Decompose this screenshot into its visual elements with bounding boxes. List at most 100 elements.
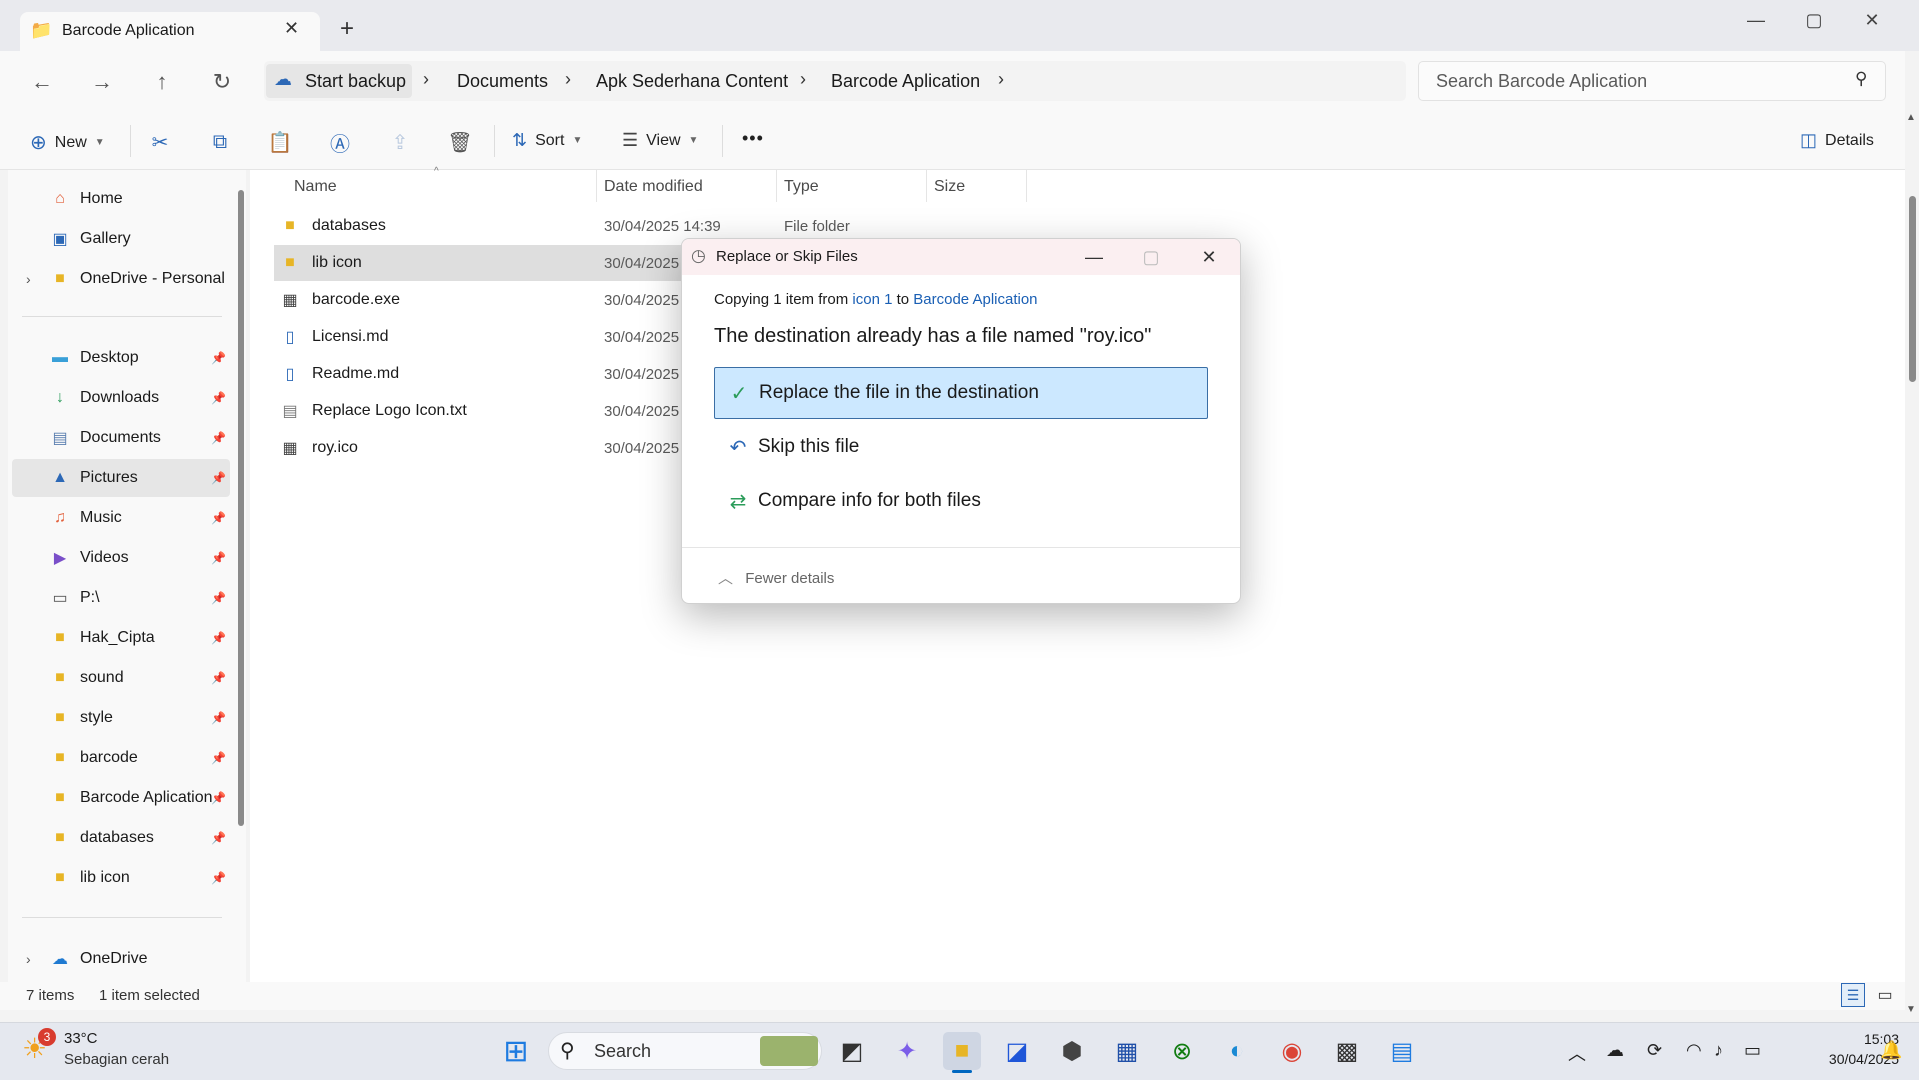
forward-icon[interactable]: → bbox=[84, 64, 120, 100]
copilot-icon[interactable]: ✦ bbox=[888, 1032, 926, 1070]
pin-icon[interactable]: 📌 bbox=[211, 671, 226, 685]
nav-item-barcode-aplication[interactable]: ■ Barcode Aplication 📌 bbox=[12, 779, 230, 817]
store-icon[interactable]: ▦ bbox=[1108, 1032, 1146, 1070]
breadcrumb-barcode-aplication[interactable]: Barcode Aplication bbox=[831, 71, 980, 92]
back-icon[interactable]: ← bbox=[24, 64, 60, 100]
pin-icon[interactable]: 📌 bbox=[211, 471, 226, 485]
nav-item-videos[interactable]: ▶ Videos 📌 bbox=[12, 539, 230, 577]
chevron-right-icon[interactable]: › bbox=[800, 69, 806, 90]
pin-icon[interactable]: 📌 bbox=[211, 551, 226, 565]
chevron-right-icon[interactable]: › bbox=[423, 69, 429, 90]
task-view-icon[interactable]: ◩ bbox=[833, 1032, 871, 1070]
chevron-right-icon[interactable]: › bbox=[998, 69, 1004, 90]
chrome-icon[interactable]: ◉ bbox=[1273, 1032, 1311, 1070]
new-tab-button[interactable]: + bbox=[340, 15, 354, 43]
battery-icon[interactable]: ▭ bbox=[1744, 1040, 1761, 1061]
column-type[interactable]: Type bbox=[784, 178, 819, 196]
refresh-icon[interactable]: ↻ bbox=[204, 64, 240, 100]
sync-icon[interactable]: ⟳ bbox=[1647, 1040, 1662, 1061]
breadcrumb-documents[interactable]: Documents bbox=[457, 71, 548, 92]
pin-icon[interactable]: 📌 bbox=[211, 751, 226, 765]
edge-icon[interactable]: ◐ bbox=[1218, 1032, 1256, 1070]
compare-option[interactable]: ⇄ Compare info for both files bbox=[714, 475, 1208, 527]
sort-button[interactable]: ⇅ Sort ▼ bbox=[512, 130, 582, 151]
nav-item-gallery[interactable]: ▣ Gallery bbox=[12, 220, 230, 258]
column-divider[interactable] bbox=[776, 170, 777, 202]
cut-icon[interactable]: ✂ bbox=[146, 128, 174, 156]
pin-icon[interactable]: 📌 bbox=[211, 391, 226, 405]
new-button[interactable]: ⊕ New ▼ bbox=[30, 130, 105, 155]
wifi-icon[interactable]: ◠ bbox=[1686, 1040, 1702, 1061]
source-link[interactable]: icon 1 bbox=[852, 291, 892, 308]
chevron-up-icon[interactable]: ︿ bbox=[1568, 1040, 1586, 1066]
pin-icon[interactable]: 📌 bbox=[211, 511, 226, 525]
column-divider[interactable] bbox=[926, 170, 927, 202]
nav-item-databases[interactable]: ■ databases 📌 bbox=[12, 819, 230, 857]
close-tab-icon[interactable]: ✕ bbox=[284, 18, 299, 39]
pin-icon[interactable]: 📌 bbox=[211, 351, 226, 365]
share-icon[interactable]: ⇪ bbox=[386, 128, 414, 156]
scrollbar-thumb[interactable] bbox=[1909, 196, 1916, 382]
up-icon[interactable]: ↑ bbox=[144, 64, 180, 100]
column-date-modified[interactable]: Date modified bbox=[604, 178, 703, 196]
nav-scrollbar[interactable] bbox=[238, 190, 244, 826]
nav-item-documents[interactable]: ▤ Documents 📌 bbox=[12, 419, 230, 457]
app-icon[interactable]: ⬢ bbox=[1053, 1032, 1091, 1070]
onedrive-offline-icon[interactable]: ☁ bbox=[1606, 1040, 1624, 1061]
app-icon[interactable]: ◪ bbox=[998, 1032, 1036, 1070]
paste-icon[interactable]: 📋 bbox=[266, 128, 294, 156]
windows-start-icon[interactable]: ⊞ bbox=[497, 1032, 535, 1070]
more-options-button[interactable]: ••• bbox=[742, 128, 764, 149]
chevron-right-icon[interactable]: › bbox=[26, 271, 31, 287]
replace-option[interactable]: ✓ Replace the file in the destination bbox=[714, 367, 1208, 419]
weather-temperature[interactable]: 33°C bbox=[64, 1030, 98, 1047]
fewer-details-toggle[interactable]: ︿ Fewer details bbox=[718, 567, 834, 588]
minimize-icon[interactable]: — bbox=[1727, 0, 1785, 40]
pin-icon[interactable]: 📌 bbox=[211, 791, 226, 805]
pin-icon[interactable]: 📌 bbox=[211, 631, 226, 645]
column-divider[interactable] bbox=[1026, 170, 1027, 202]
xbox-icon[interactable]: ⊗ bbox=[1163, 1032, 1201, 1070]
close-window-icon[interactable]: ✕ bbox=[1843, 0, 1901, 40]
search-icon[interactable]: ⚲ bbox=[1855, 69, 1867, 89]
close-icon[interactable]: ✕ bbox=[1194, 243, 1224, 271]
minimize-icon[interactable]: — bbox=[1079, 243, 1109, 271]
weather-description[interactable]: Sebagian cerah bbox=[64, 1051, 169, 1068]
nav-item-lib-icon[interactable]: ■ lib icon 📌 bbox=[12, 859, 230, 897]
nav-item-onedrive[interactable]: › ☁ OneDrive bbox=[12, 940, 230, 978]
details-view-icon[interactable]: ☰ bbox=[1841, 983, 1865, 1007]
nav-item-sound[interactable]: ■ sound 📌 bbox=[12, 659, 230, 697]
column-size[interactable]: Size bbox=[934, 178, 965, 196]
column-divider[interactable] bbox=[596, 170, 597, 202]
delete-icon[interactable]: 🗑 bbox=[446, 128, 474, 156]
tiles-view-icon[interactable]: ▭ bbox=[1873, 983, 1897, 1007]
notification-bell-icon[interactable]: 🔔 bbox=[1880, 1040, 1902, 1061]
pin-icon[interactable]: 📌 bbox=[211, 431, 226, 445]
nav-item-desktop[interactable]: ▬ Desktop 📌 bbox=[12, 339, 230, 377]
nav-item-hak-cipta[interactable]: ■ Hak_Cipta 📌 bbox=[12, 619, 230, 657]
scroll-down-icon[interactable]: ▼ bbox=[1906, 1004, 1916, 1015]
nav-item-home[interactable]: ⌂ Home bbox=[12, 180, 230, 218]
pin-icon[interactable]: 📌 bbox=[211, 711, 226, 725]
nav-item-barcode[interactable]: ■ barcode 📌 bbox=[12, 739, 230, 777]
skip-option[interactable]: ↶ Skip this file bbox=[714, 421, 1208, 473]
copy-icon[interactable]: ⧉ bbox=[206, 128, 234, 156]
scroll-up-icon[interactable]: ▲ bbox=[1906, 112, 1916, 123]
chevron-right-icon[interactable]: › bbox=[565, 69, 571, 90]
nav-item-downloads[interactable]: ↓ Downloads 📌 bbox=[12, 379, 230, 417]
chevron-right-icon[interactable]: › bbox=[26, 951, 31, 967]
volume-icon[interactable]: ♪ bbox=[1714, 1040, 1723, 1061]
view-button[interactable]: ☰ View ▼ bbox=[622, 130, 698, 151]
nav-item-onedrive-personal[interactable]: › ■ OneDrive - Personal bbox=[12, 260, 230, 298]
details-button[interactable]: ◫ Details bbox=[1800, 130, 1874, 151]
barcode-app-icon[interactable]: ▩ bbox=[1328, 1032, 1366, 1070]
destination-link[interactable]: Barcode Aplication bbox=[913, 291, 1037, 308]
pin-icon[interactable]: 📌 bbox=[211, 871, 226, 885]
column-name[interactable]: Name bbox=[294, 178, 337, 196]
pin-icon[interactable]: 📌 bbox=[211, 591, 226, 605]
breadcrumb-apk-sederhana[interactable]: Apk Sederhana Content bbox=[596, 71, 788, 92]
nav-item-p-drive[interactable]: ▭ P:\ 📌 bbox=[12, 579, 230, 617]
maximize-icon[interactable]: ▢ bbox=[1785, 0, 1843, 40]
nav-item-style[interactable]: ■ style 📌 bbox=[12, 699, 230, 737]
rename-icon[interactable]: Ⓐ bbox=[326, 128, 354, 156]
